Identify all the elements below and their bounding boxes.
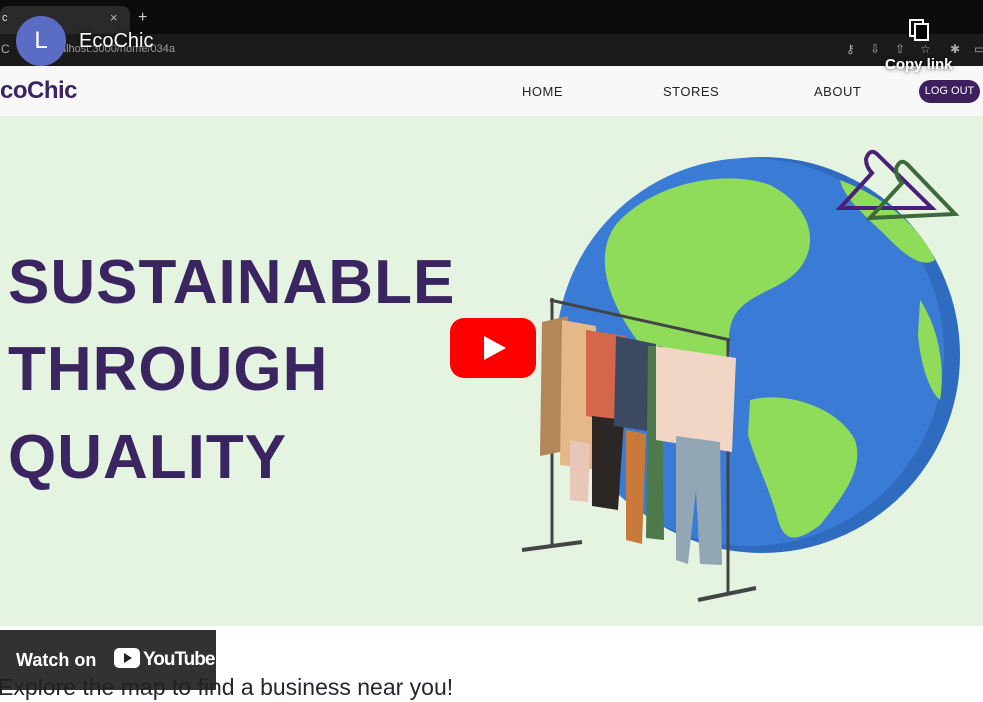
extensions-icon[interactable]: ✱ bbox=[950, 42, 960, 56]
nav-about[interactable]: ABOUT bbox=[814, 84, 861, 99]
bookmark-star-icon[interactable]: ☆ bbox=[920, 42, 931, 56]
copy-link-icon[interactable] bbox=[908, 18, 930, 42]
garment-plaid-coat bbox=[656, 346, 736, 452]
globe-clothes-illustration bbox=[521, 149, 960, 602]
youtube-play-button[interactable] bbox=[450, 318, 536, 378]
key-icon[interactable]: ⚷ bbox=[846, 42, 855, 56]
new-tab-icon[interactable]: + bbox=[138, 9, 147, 27]
garment-striped-pants bbox=[592, 416, 624, 510]
headline-line-2: THROUGH bbox=[8, 335, 329, 404]
install-icon[interactable]: ⇩ bbox=[870, 42, 880, 56]
reload-icon[interactable]: C bbox=[1, 42, 10, 56]
headline-line-3: QUALITY bbox=[8, 423, 288, 492]
logout-button[interactable]: LOG OUT bbox=[919, 80, 980, 103]
channel-avatar[interactable]: L bbox=[16, 16, 66, 66]
tab-close-icon[interactable]: × bbox=[110, 10, 118, 25]
garment-grey-jeans bbox=[676, 436, 722, 565]
garment-pink-skirt bbox=[570, 440, 590, 502]
garment-orange-pants bbox=[626, 430, 646, 544]
headline-line-1: SUSTAINABLE bbox=[8, 248, 456, 317]
nav-stores[interactable]: STORES bbox=[663, 84, 719, 99]
nav-home[interactable]: HOME bbox=[522, 84, 563, 99]
tab-title: c bbox=[2, 12, 8, 24]
site-logo[interactable]: coChic bbox=[0, 77, 78, 105]
youtube-wordmark: YouTube bbox=[143, 649, 215, 670]
watch-on-label: Watch on bbox=[16, 650, 97, 670]
video-title[interactable]: EcoChic bbox=[79, 30, 153, 53]
share-icon[interactable]: ⇧ bbox=[895, 42, 905, 56]
tab-bar bbox=[0, 0, 983, 34]
youtube-logo-icon bbox=[114, 648, 140, 668]
sidebar-icon[interactable]: ▭ bbox=[974, 42, 983, 56]
copy-link-label[interactable]: Copy link bbox=[885, 56, 953, 73]
